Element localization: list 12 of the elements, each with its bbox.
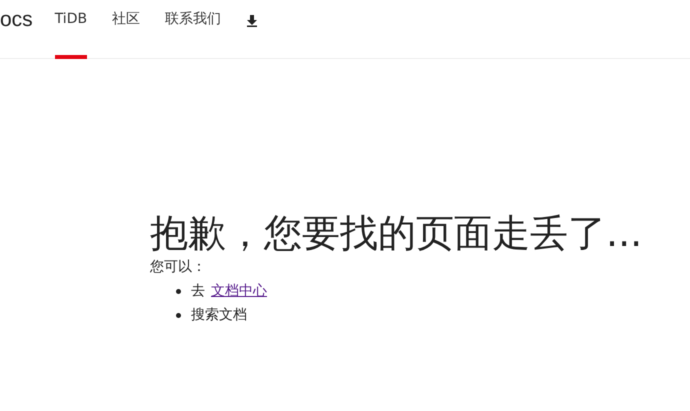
bullet-icon (176, 312, 181, 318)
download-icon[interactable] (246, 15, 258, 27)
docs-link[interactable]: 文档中心 (211, 279, 267, 303)
logo[interactable]: ocs (0, 0, 33, 58)
nav-tab[interactable]: 社区 (112, 0, 140, 59)
intro-text: 您可以： (150, 258, 207, 277)
bullet-icon (176, 288, 181, 294)
nav-tab[interactable]: TiDB (54, 0, 88, 59)
option-text: 搜索文档 (191, 306, 247, 325)
option-text: 去 (191, 282, 205, 301)
error-title: 抱歉，您要找的页面走丢了... (150, 210, 644, 257)
nav-tab[interactable]: 联系我们 (165, 0, 222, 59)
